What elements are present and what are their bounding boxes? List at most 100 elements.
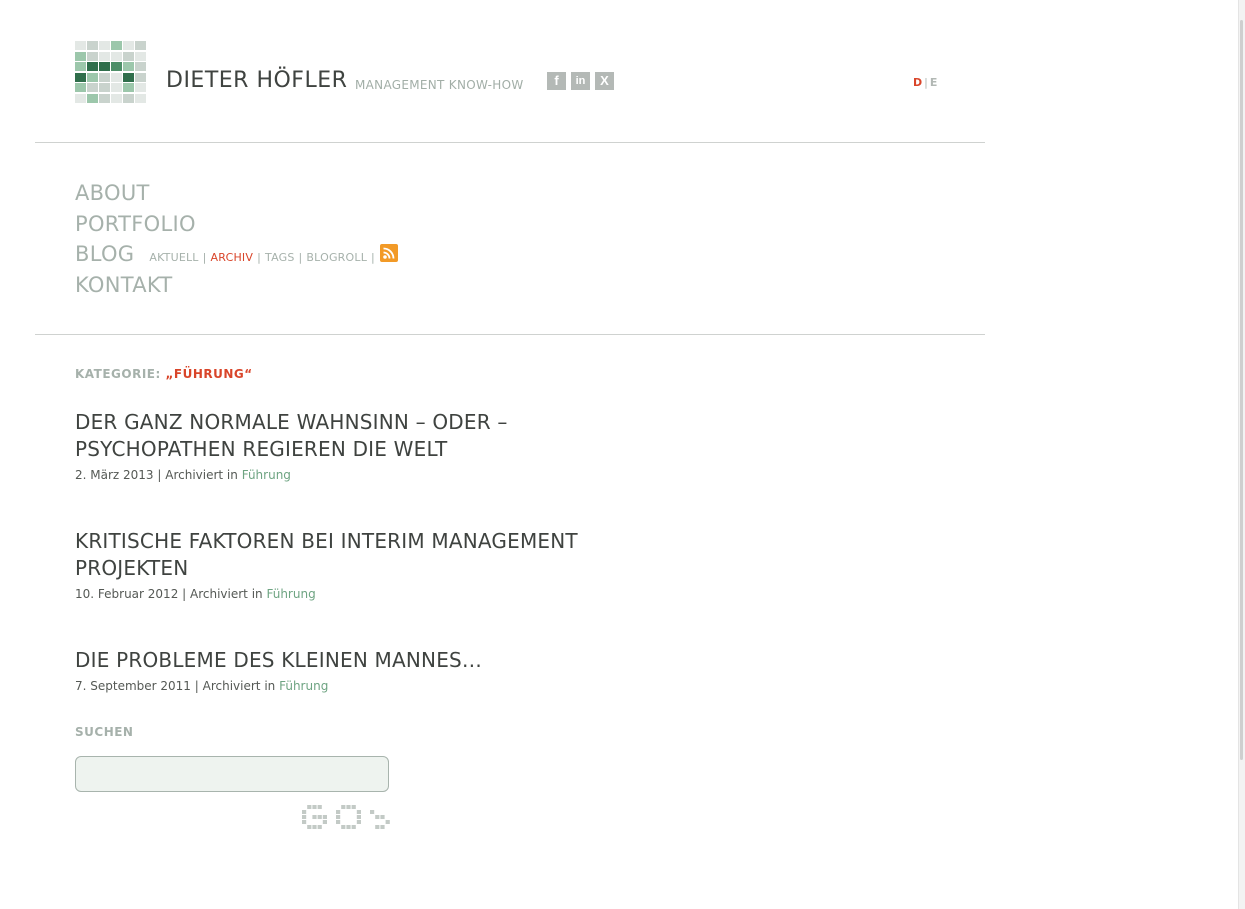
go-pixel: [336, 810, 341, 814]
post-category-link[interactable]: Führung: [279, 679, 328, 693]
go-pixel: [341, 825, 346, 829]
go-pixel: [385, 820, 390, 824]
nav-divider: [35, 334, 985, 335]
logo-tile: [111, 93, 122, 103]
logo-tile: [111, 41, 122, 50]
category-label: KATEGORIE:: [75, 367, 161, 381]
go-pixel: [341, 805, 346, 809]
post-meta: 10. Februar 2012 | Archiviert in Führung: [75, 587, 635, 601]
subnav-separator: |: [257, 251, 261, 264]
go-pixel: [356, 815, 361, 819]
go-pixel: [312, 825, 317, 829]
go-pixel: [317, 825, 322, 829]
logo-tile: [75, 51, 86, 61]
post-archived-label: | Archiviert in: [182, 587, 263, 601]
post-item: DIE PROBLEME DES KLEINEN MANNES… 7. Sept…: [75, 647, 635, 693]
logo-tile: [111, 62, 122, 71]
logo-tile: [99, 72, 110, 82]
logo-tile: [135, 83, 146, 92]
go-pixel: [302, 810, 307, 814]
subnav-separator: |: [202, 251, 207, 264]
post-item: KRITISCHE FAKTOREN BEI INTERIM MANAGEMEN…: [75, 528, 635, 601]
go-pixel: [307, 825, 312, 829]
header-divider: [35, 142, 985, 143]
go-pixel: [380, 825, 385, 829]
site-title[interactable]: DIETER HÖFLER: [166, 68, 347, 93]
post-date: 2. März 2013: [75, 468, 154, 482]
go-pixel-icon: [302, 805, 390, 829]
logo-tile: [123, 83, 134, 92]
post-category-link[interactable]: Führung: [242, 468, 291, 482]
logo-tile: [75, 72, 86, 82]
logo-tile: [87, 62, 98, 71]
logo-tile: [99, 93, 110, 103]
logo-tile: [87, 41, 98, 50]
post-archived-label: | Archiviert in: [194, 679, 276, 693]
logo-tile: [135, 93, 146, 103]
go-pixel: [375, 825, 380, 829]
search-go-button[interactable]: [302, 805, 392, 831]
logo-tile: [123, 51, 134, 61]
subnav-aktuell[interactable]: AKTUELL: [149, 251, 198, 264]
category-heading: KATEGORIE: „FÜHRUNG“: [75, 367, 253, 381]
post-title-link[interactable]: KRITISCHE FAKTOREN BEI INTERIM MANAGEMEN…: [75, 528, 635, 582]
logo-tile: [135, 72, 146, 82]
category-term: „FÜHRUNG“: [165, 367, 253, 381]
post-meta: 7. September 2011 | Archiviert in Führun…: [75, 679, 635, 693]
logo-tile: [75, 93, 86, 103]
nav-blog[interactable]: BLOG: [75, 239, 134, 270]
post-item: DER GANZ NORMALE WAHNSINN – ODER – PSYCH…: [75, 409, 635, 482]
go-pixel: [356, 810, 361, 814]
xing-icon[interactable]: X: [595, 72, 614, 90]
post-category-link[interactable]: Führung: [266, 587, 315, 601]
go-pixel: [322, 815, 327, 819]
logo-tile: [111, 83, 122, 92]
go-pixel: [322, 820, 327, 824]
facebook-icon[interactable]: f: [547, 72, 566, 90]
go-pixel: [375, 815, 380, 819]
go-pixel: [336, 820, 341, 824]
site-logo[interactable]: [75, 41, 147, 103]
go-pixel: [346, 825, 351, 829]
go-pixel: [351, 805, 356, 809]
logo-tile: [123, 41, 134, 50]
subnav-tags[interactable]: TAGS: [265, 251, 295, 264]
post-title-link[interactable]: DIE PROBLEME DES KLEINEN MANNES…: [75, 647, 635, 674]
go-pixel: [317, 815, 322, 819]
nav-blog-row: BLOG AKTUELL | ARCHIV | TAGS | BLOGROLL |: [75, 239, 398, 270]
logo-tile: [123, 62, 134, 71]
post-title-link[interactable]: DER GANZ NORMALE WAHNSINN – ODER – PSYCH…: [75, 409, 635, 463]
subnav-separator: |: [298, 251, 303, 264]
lang-en-link[interactable]: E: [930, 76, 938, 89]
search-label: SUCHEN: [75, 725, 134, 739]
go-pixel: [356, 820, 361, 824]
logo-tile: [99, 83, 110, 92]
nav-about[interactable]: ABOUT: [75, 178, 398, 209]
go-pixel: [307, 805, 312, 809]
subnav-archiv[interactable]: ARCHIV: [211, 251, 254, 264]
subnav-blogroll[interactable]: BLOGROLL: [306, 251, 367, 264]
nav-portfolio[interactable]: PORTFOLIO: [75, 209, 398, 240]
post-date: 10. Februar 2012: [75, 587, 179, 601]
go-pixel: [370, 810, 375, 814]
rss-icon[interactable]: [379, 244, 398, 262]
logo-tile: [111, 51, 122, 61]
nav-kontakt[interactable]: KONTAKT: [75, 270, 398, 301]
logo-tile: [135, 41, 146, 50]
lang-de-link[interactable]: D: [913, 76, 922, 89]
post-archived-label: | Archiviert in: [157, 468, 238, 482]
scrollbar-thumb[interactable]: [1240, 20, 1243, 760]
search-input[interactable]: [75, 756, 389, 792]
logo-tile: [111, 72, 122, 82]
logo-tile: [123, 72, 134, 82]
go-pixel: [302, 820, 307, 824]
blog-subnav: AKTUELL | ARCHIV | TAGS | BLOGROLL |: [149, 244, 398, 264]
page-scrollbar[interactable]: [1238, 0, 1245, 909]
go-pixel: [317, 805, 322, 809]
go-pixel: [380, 815, 385, 819]
linkedin-icon[interactable]: in: [571, 72, 590, 90]
page: DIETER HÖFLER MANAGEMENT KNOW-HOW f in X…: [0, 0, 1245, 909]
logo-tile: [87, 72, 98, 82]
logo-tile: [135, 51, 146, 61]
site-tagline: MANAGEMENT KNOW-HOW: [355, 78, 524, 92]
